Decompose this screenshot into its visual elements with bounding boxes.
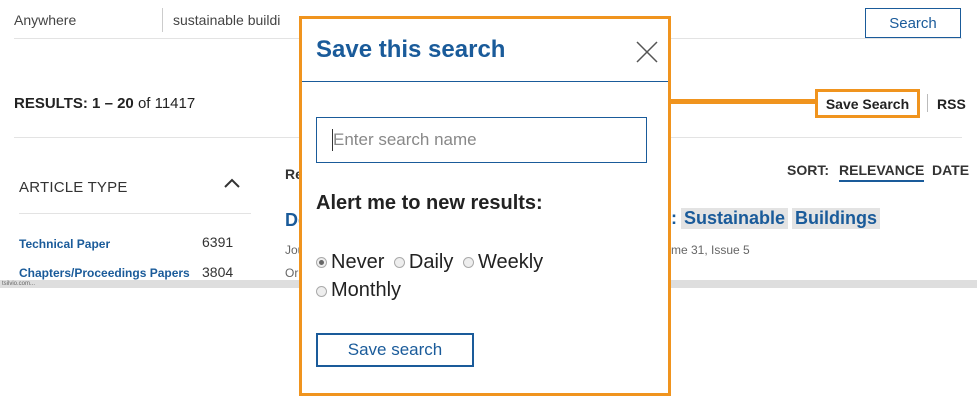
option-monthly[interactable]: Monthly: [316, 276, 401, 304]
results-range: RESULTS: 1 – 20: [14, 95, 134, 112]
title-tail-prefix: :: [671, 208, 677, 228]
result-issue-tail: me 31, Issue 5: [671, 243, 750, 257]
annotation-connector: [670, 99, 815, 104]
option-never[interactable]: Never: [316, 248, 384, 276]
close-icon[interactable]: [636, 41, 658, 63]
radio-monthly[interactable]: [316, 285, 327, 297]
result-other-fragment: Or: [285, 266, 299, 280]
option-daily-label: Daily: [408, 250, 454, 273]
highlight-buildings: Buildings: [792, 208, 881, 229]
modal-title: Save this search: [316, 36, 506, 63]
radio-weekly[interactable]: [462, 257, 474, 268]
search-button[interactable]: Search: [865, 8, 961, 38]
results-count: RESULTS: 1 – 20 of 11417: [14, 95, 195, 112]
search-query[interactable]: sustainable buildi: [173, 12, 280, 28]
facet-divider: [19, 213, 251, 214]
facet-item-chapters-proceedings[interactable]: Chapters/Proceedings Papers: [19, 266, 190, 280]
option-monthly-label: Monthly: [331, 279, 402, 301]
sort-label: SORT:: [787, 162, 829, 178]
radio-never[interactable]: [316, 257, 327, 268]
option-daily[interactable]: Daily: [393, 248, 454, 276]
alert-frequency-group: Never Daily Weekly Monthly: [316, 247, 616, 304]
option-weekly[interactable]: Weekly: [462, 248, 544, 276]
search-scope[interactable]: Anywhere: [14, 12, 76, 28]
facet-title-article-type: ARTICLE TYPE: [19, 179, 128, 196]
sort-date[interactable]: DATE: [932, 162, 969, 178]
chevron-up-icon[interactable]: [223, 176, 241, 190]
status-text: tsilvio.com...: [2, 281, 36, 287]
text-caret: [332, 129, 333, 151]
facet-count: 3804: [202, 264, 234, 280]
search-name-input[interactable]: [316, 117, 647, 163]
alert-label: Alert me to new results:: [316, 192, 543, 214]
result-title-tail[interactable]: : Sustainable Buildings: [671, 208, 881, 229]
rss-divider: [927, 94, 928, 112]
save-search-button[interactable]: Save search: [316, 333, 474, 367]
highlight-sustainable: Sustainable: [681, 208, 789, 229]
option-weekly-label: Weekly: [477, 250, 544, 273]
save-search-modal: Save this search Alert me to new results…: [299, 16, 671, 396]
search-divider: [162, 8, 163, 32]
rss-link[interactable]: RSS: [937, 96, 966, 112]
facet-item-technical-paper[interactable]: Technical Paper: [19, 237, 110, 251]
save-search-link[interactable]: Save Search: [815, 89, 920, 118]
sort-relevance[interactable]: RELEVANCE: [839, 162, 925, 182]
results-total: of 11417: [137, 95, 196, 112]
modal-header-divider: [302, 81, 668, 82]
option-never-label: Never: [331, 250, 385, 273]
radio-daily[interactable]: [393, 257, 405, 268]
facet-count: 6391: [202, 234, 234, 250]
